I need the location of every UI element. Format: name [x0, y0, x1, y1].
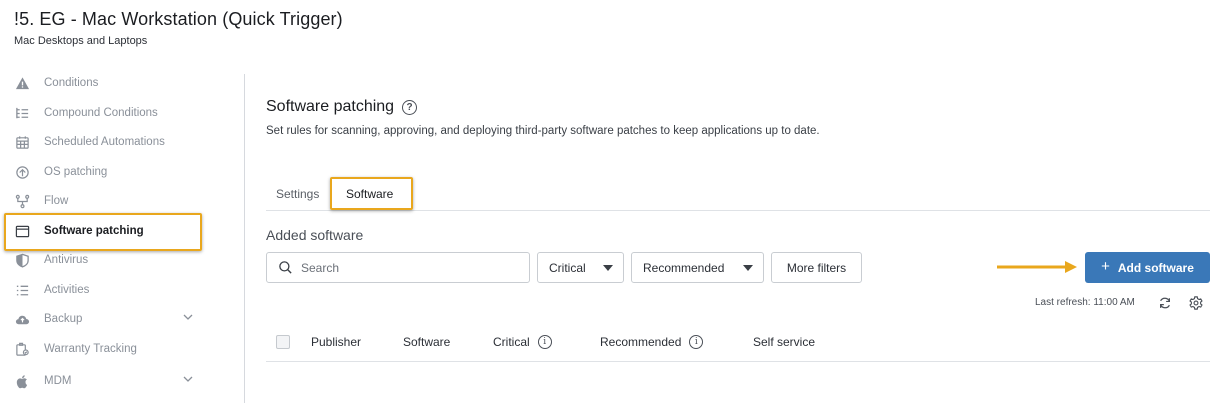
- section-description: Set rules for scanning, approving, and d…: [266, 125, 820, 137]
- column-header-critical[interactable]: Critical i: [493, 335, 552, 349]
- sidebar-item-label: Flow: [44, 195, 69, 207]
- critical-filter-label: Critical: [549, 260, 586, 275]
- chevron-down-icon[interactable]: [182, 373, 194, 385]
- column-header-self-service[interactable]: Self service: [753, 335, 815, 349]
- sidebar-item-os-patching[interactable]: OS patching: [14, 160, 204, 184]
- window-icon: [14, 223, 30, 239]
- column-label: Critical: [493, 335, 530, 349]
- sidebar-item-label: Conditions: [44, 77, 99, 89]
- info-icon[interactable]: i: [537, 335, 552, 349]
- select-all-checkbox[interactable]: [276, 335, 290, 349]
- column-label: Recommended: [600, 335, 682, 349]
- refresh-icon[interactable]: [1158, 296, 1172, 310]
- recommended-filter-label: Recommended: [643, 260, 725, 275]
- critical-filter-dropdown[interactable]: Critical: [537, 252, 624, 283]
- added-software-heading: Added software: [266, 227, 364, 243]
- section-title-text: Software patching: [266, 98, 395, 115]
- arrow-right-icon: [997, 261, 1077, 273]
- sidebar-item-label: Activities: [44, 284, 90, 296]
- sidebar-item-label: Antivirus: [44, 254, 89, 266]
- warning-icon: [14, 75, 30, 91]
- sidebar-item-label: MDM: [44, 375, 72, 387]
- sidebar-item-label: Warranty Tracking: [44, 343, 137, 355]
- sidebar-item-software-patching[interactable]: Software patching: [14, 219, 204, 243]
- more-filters-button[interactable]: More filters: [771, 252, 862, 283]
- recommended-filter-dropdown[interactable]: Recommended: [631, 252, 764, 283]
- sidebar-item-warranty-tracking[interactable]: Warranty Tracking: [14, 337, 204, 361]
- warranty-icon: [14, 341, 30, 357]
- table-header: Publisher Software Critical i Recommended…: [266, 328, 1210, 362]
- plus-icon: +: [1101, 258, 1110, 275]
- search-box[interactable]: [266, 252, 530, 283]
- sidebar-item-label: Software patching: [44, 225, 144, 237]
- sidebar-item-label: OS patching: [44, 166, 108, 178]
- add-software-button[interactable]: + Add software: [1085, 252, 1210, 283]
- column-label: Publisher: [311, 335, 362, 349]
- sidebar-item-antivirus[interactable]: Antivirus: [14, 248, 204, 272]
- calendar-icon: [14, 134, 30, 150]
- column-header-recommended[interactable]: Recommended i: [600, 335, 704, 349]
- tab-bar: Settings Software: [266, 178, 1210, 211]
- tab-settings[interactable]: Settings: [276, 178, 319, 210]
- gear-icon[interactable]: [1189, 296, 1203, 310]
- sidebar-item-conditions[interactable]: Conditions: [14, 71, 204, 95]
- search-input[interactable]: [301, 260, 501, 275]
- sidebar-item-mdm[interactable]: MDM: [14, 369, 204, 393]
- last-refresh-text: Last refresh: 11:00 AM: [1035, 297, 1135, 308]
- sidebar-item-label: Backup: [44, 313, 83, 325]
- shield-icon: [14, 252, 30, 268]
- apple-icon: [14, 373, 30, 389]
- sidebar-item-label: Compound Conditions: [44, 107, 158, 119]
- sidebar-item-compound-conditions[interactable]: Compound Conditions: [14, 101, 204, 125]
- cloud-icon: [14, 311, 30, 327]
- list-icon: [14, 282, 30, 298]
- tab-software[interactable]: Software: [346, 178, 393, 210]
- sidebar-item-flow[interactable]: Flow: [14, 189, 204, 213]
- sidebar-item-activities[interactable]: Activities: [14, 278, 204, 302]
- column-header-software[interactable]: Software: [403, 335, 450, 349]
- add-software-label: Add software: [1117, 260, 1194, 275]
- help-icon[interactable]: ?: [402, 99, 418, 115]
- info-icon[interactable]: i: [689, 335, 704, 349]
- sidebar-item-scheduled-automations[interactable]: Scheduled Automations: [14, 130, 204, 154]
- caret-down-icon: [603, 265, 613, 271]
- search-icon: [279, 261, 292, 274]
- list-tree-icon: [14, 105, 30, 121]
- sidebar-item-label: Scheduled Automations: [44, 136, 165, 148]
- chevron-down-icon[interactable]: [182, 311, 194, 323]
- section-title: Software patching ?: [266, 98, 418, 116]
- policy-title: !5. EG - Mac Workstation (Quick Trigger): [14, 9, 343, 29]
- policy-subtitle: Mac Desktops and Laptops: [14, 35, 148, 47]
- patch-icon: [14, 164, 30, 180]
- caret-down-icon: [743, 265, 753, 271]
- column-header-publisher[interactable]: Publisher: [311, 335, 361, 349]
- sidebar-item-backup[interactable]: Backup: [14, 307, 204, 331]
- sidebar-divider: [244, 74, 245, 403]
- flow-icon: [14, 193, 30, 209]
- column-label: Self service: [753, 335, 816, 349]
- column-label: Software: [403, 335, 451, 349]
